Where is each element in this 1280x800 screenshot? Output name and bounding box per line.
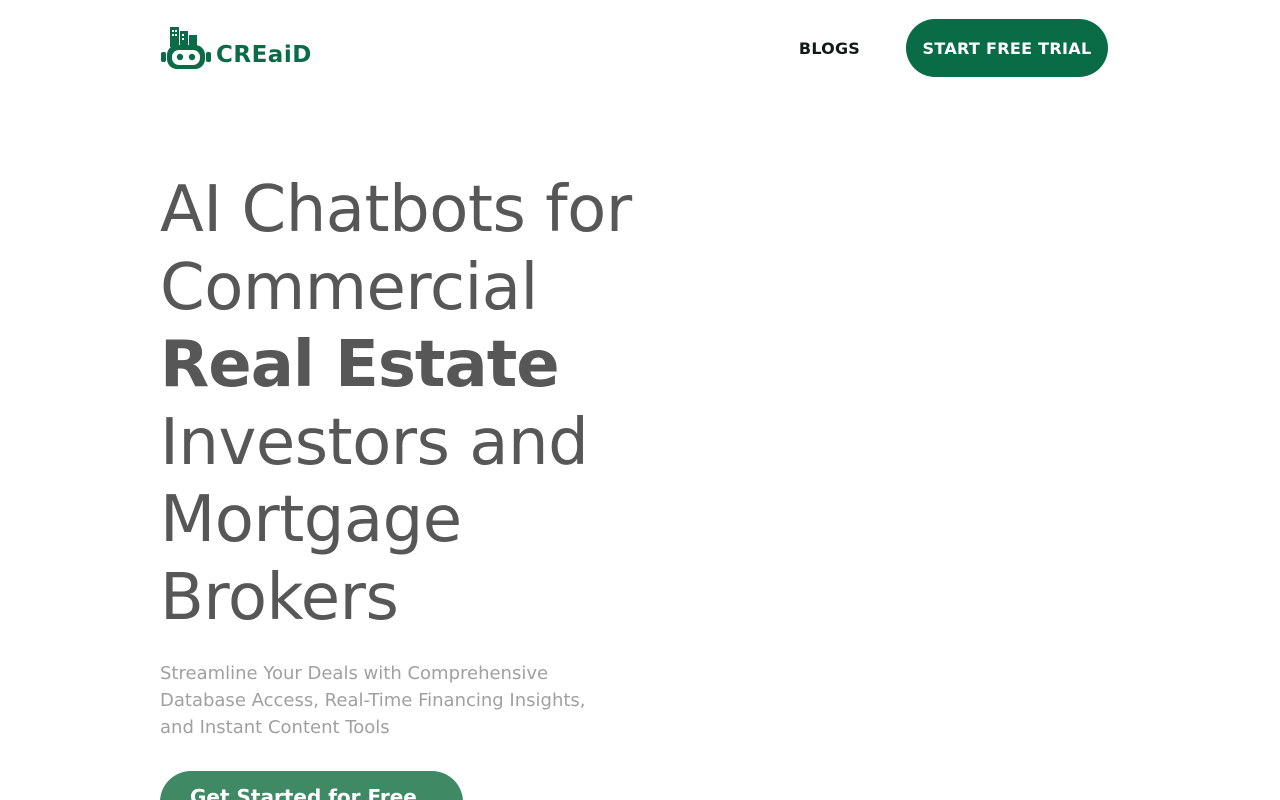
hero-title: AI Chatbots for Commercial Real Estate I… (160, 172, 680, 637)
hero-subtitle-line: and Instant Content Tools (160, 717, 390, 738)
hero-title-line: AI Chatbots for (160, 173, 632, 247)
get-started-button[interactable]: Get Started for Free (160, 771, 463, 800)
start-free-trial-button[interactable]: START FREE TRIAL (906, 19, 1108, 77)
site-header: CREaiD BLOGS START FREE TRIAL (160, 18, 1108, 78)
hero-title-highlight: Real Estate (160, 328, 560, 402)
logo-link[interactable]: CREaiD (160, 25, 312, 71)
landing-page: CREaiD BLOGS START FREE TRIAL AI Chatbot… (0, 0, 1280, 800)
hero-subtitle: Streamline Your Deals with Comprehensive… (160, 660, 586, 741)
hero-subtitle-line: Database Access, Real-Time Financing Ins… (160, 690, 586, 711)
nav-link-blogs[interactable]: BLOGS (799, 39, 860, 58)
hero-title-line: Brokers (160, 560, 399, 635)
hero-subtitle-line: Streamline Your Deals with Comprehensive (160, 663, 549, 684)
robot-building-logo-icon (161, 27, 211, 69)
hero-title-line: Commercial (160, 250, 538, 325)
logo-wordmark: CREaiD (216, 42, 312, 68)
hero-title-line: Investors and (160, 405, 589, 480)
main-nav: BLOGS START FREE TRIAL (799, 19, 1108, 77)
hero-title-line: Mortgage (160, 483, 462, 557)
